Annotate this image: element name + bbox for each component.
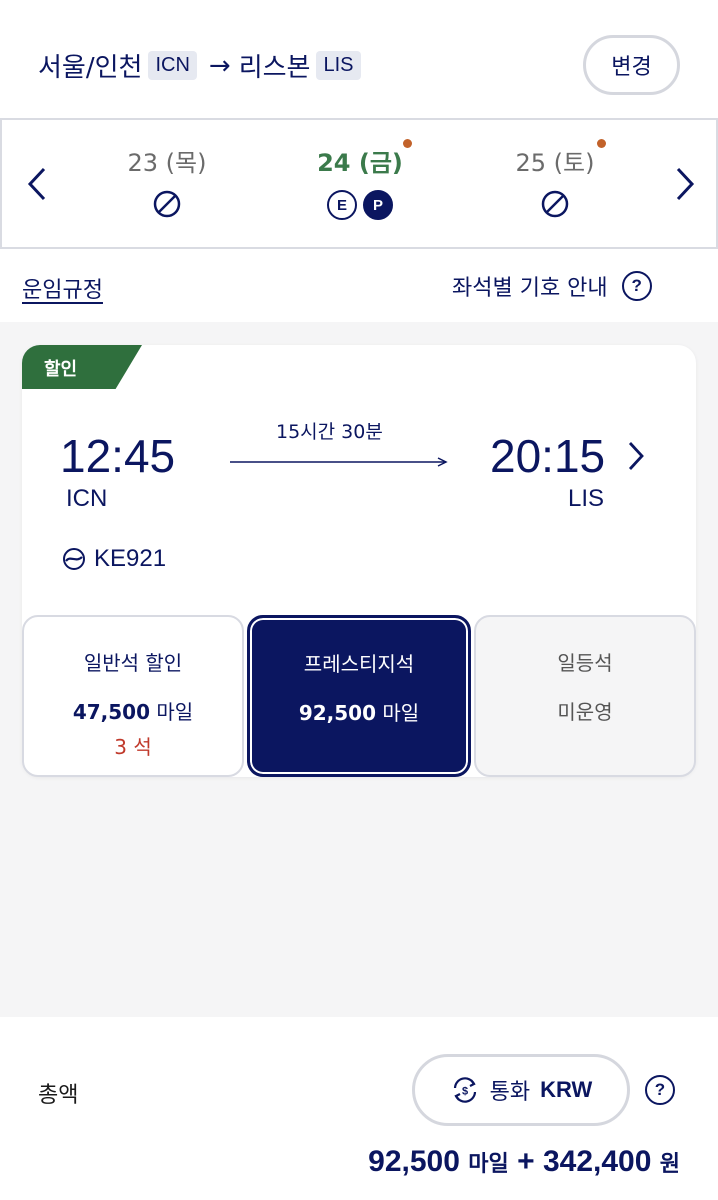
total-label: 총액: [38, 1083, 79, 1108]
discount-tag: 할인: [22, 345, 142, 389]
flight-number-label: KE921: [94, 545, 167, 572]
dest-code-badge: LIS: [316, 51, 361, 80]
currency-prefix: 통화: [489, 1079, 531, 1104]
duration-arrow-icon: [230, 457, 448, 467]
total-miles: 92,500: [368, 1145, 460, 1178]
next-date-button[interactable]: [670, 162, 700, 206]
flight-number: KE921: [62, 545, 166, 573]
prev-date-button[interactable]: [22, 162, 52, 206]
date-option-25[interactable]: 25 (토): [475, 139, 635, 220]
route-arrow-icon: →: [208, 50, 231, 81]
economy-discount-fare[interactable]: 일반석 할인 47,500 마일 3 석: [22, 615, 244, 777]
plus-sign: +: [517, 1145, 535, 1178]
fare-status: 미운영: [557, 700, 613, 724]
fare-class-name: 일등석: [557, 651, 613, 675]
seat-guide-label: 좌석별 기호 안내: [452, 276, 608, 301]
unavailable-icon: [153, 190, 181, 220]
help-icon[interactable]: ?: [621, 271, 652, 301]
date-option-23[interactable]: 23 (목): [87, 146, 247, 220]
fare-class-name: 프레스티지석: [303, 652, 415, 676]
won-unit: 원: [659, 1152, 680, 1177]
dest-city: 리스본: [238, 53, 311, 83]
prestige-fare[interactable]: 프레스티지석 92,500 마일: [247, 615, 471, 777]
total-footer: 총액 $ 통화 KRW ? 92,500 마일 + 342,400 원: [0, 1017, 718, 1200]
flight-card: 할인 12:45 ICN 15시간 30분 20:15 LIS KE921 일반…: [22, 345, 696, 777]
date-option-24[interactable]: 24 (금) E P: [280, 139, 440, 220]
total-amount: 92,500 마일 + 342,400 원: [368, 1145, 680, 1179]
arrival-code: LIS: [568, 485, 605, 512]
departure-code: ICN: [66, 485, 108, 512]
fare-rules-link[interactable]: 운임규정: [22, 272, 103, 304]
flight-detail-chevron-icon[interactable]: [626, 439, 646, 473]
currency-button[interactable]: $ 통화 KRW: [412, 1054, 630, 1126]
miles-unit: 마일: [468, 1152, 509, 1177]
help-icon[interactable]: ?: [645, 1075, 675, 1105]
fare-class-name: 일반석 할인: [83, 651, 183, 675]
change-button[interactable]: 변경: [583, 35, 680, 95]
currency-code: KRW: [540, 1077, 593, 1102]
first-class-fare: 일등석 미운영: [474, 615, 696, 777]
korean-air-logo-icon: [63, 548, 85, 570]
prestige-class-badge: P: [363, 190, 393, 220]
svg-text:$: $: [462, 1086, 468, 1098]
origin-city: 서울/인천: [38, 53, 143, 83]
date-label: 25 (토): [515, 149, 595, 177]
unavailable-icon: [541, 190, 569, 220]
origin-code-badge: ICN: [148, 51, 197, 80]
chevron-right-icon: [676, 167, 695, 201]
currency-exchange-icon: $: [453, 1077, 476, 1103]
total-won: 342,400: [542, 1145, 652, 1178]
header: 서울/인천 ICN → 리스본 LIS 변경: [0, 0, 718, 118]
chevron-left-icon: [27, 167, 46, 201]
date-label: 24 (금): [317, 149, 403, 177]
flight-duration: 15시간 30분: [276, 421, 383, 443]
departure-time: 12:45: [60, 430, 176, 482]
economy-class-badge: E: [327, 190, 357, 220]
date-selector: 23 (목) 24 (금) E P 25 (토): [0, 118, 718, 249]
route-summary: 서울/인천 ICN → 리스본 LIS: [38, 47, 361, 84]
notice-dot: [403, 139, 412, 148]
arrival-time: 20:15: [490, 430, 606, 482]
seats-remaining: 3 석: [114, 735, 152, 759]
fare-miles: 92,500 마일: [298, 701, 420, 725]
fare-miles: 47,500 마일: [72, 700, 194, 724]
date-label: 23 (목): [127, 149, 207, 177]
seat-guide-link[interactable]: 좌석별 기호 안내 ?: [452, 270, 652, 302]
notice-dot: [597, 139, 606, 148]
